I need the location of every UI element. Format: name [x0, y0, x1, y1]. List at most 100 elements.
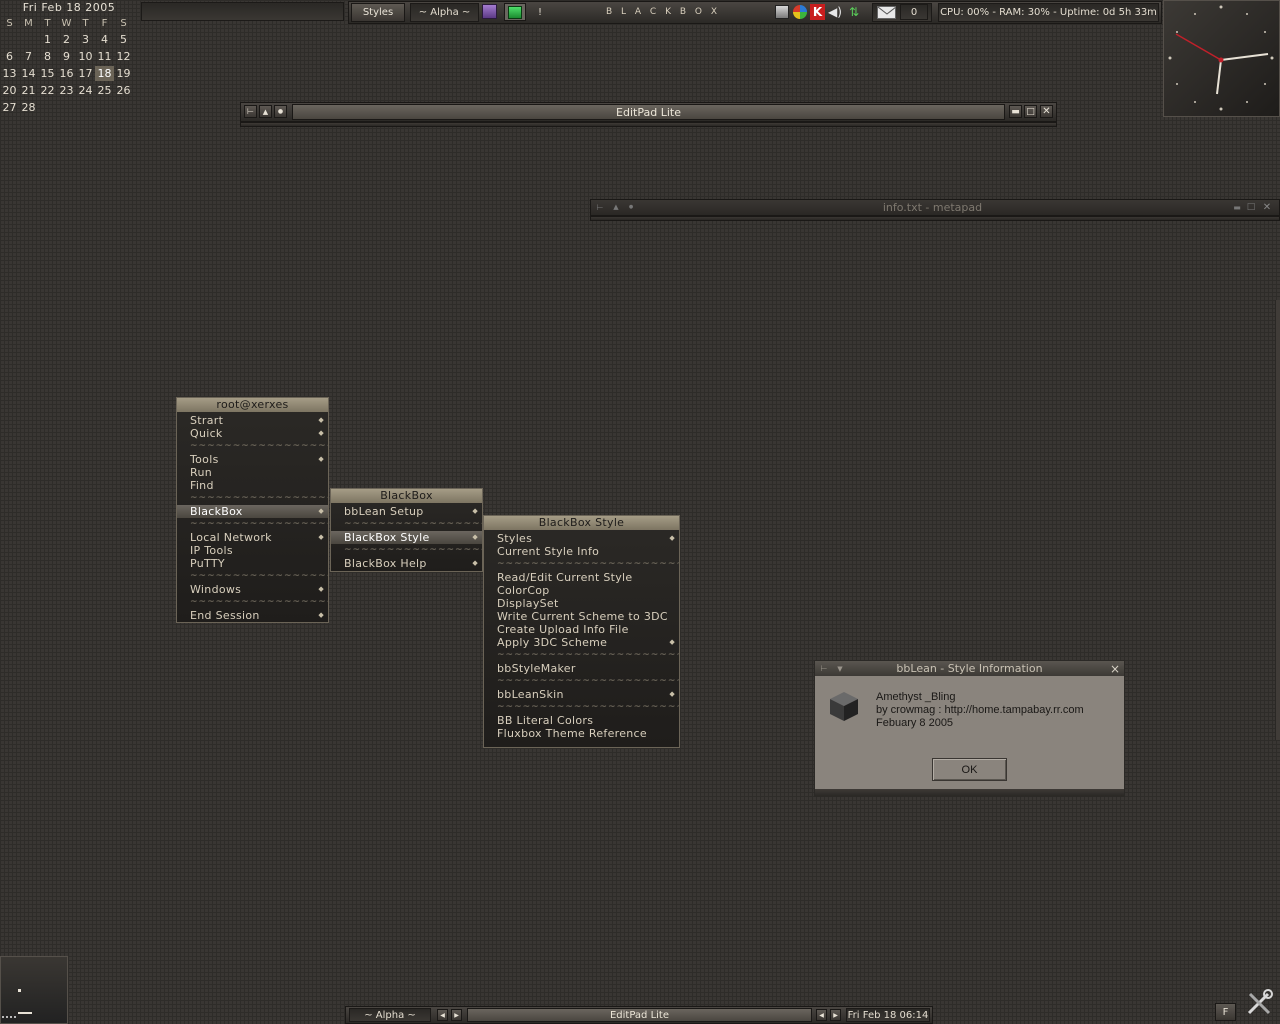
window-menu-icon[interactable]: ⊢: [819, 663, 829, 674]
editpad-title[interactable]: EditPad Lite: [292, 104, 1005, 120]
taskbar-workspace-label[interactable]: ~ Alpha ~: [349, 1008, 431, 1022]
network-tray-icon[interactable]: [775, 5, 789, 19]
calendar-day[interactable]: 8: [38, 49, 57, 64]
shade-icon[interactable]: ▲: [610, 201, 622, 213]
calendar-widget: Fri Feb 18 2005 SMTWTFS 1 2 3 4 5 6 7 8 9 10 11 12 1…: [0, 0, 138, 118]
menu-item-current-style-info[interactable]: Current Style Info: [484, 545, 679, 558]
exclaim-button[interactable]: !: [533, 4, 547, 20]
calendar-day: [0, 32, 19, 47]
calendar-day[interactable]: 24: [76, 83, 95, 98]
calendar-day[interactable]: 1: [38, 32, 57, 47]
next-task-icon[interactable]: ▶: [830, 1009, 841, 1021]
menu-item-colorcop[interactable]: ColorCop: [484, 584, 679, 597]
menu-item-blackbox-help[interactable]: BlackBox Help ◆: [331, 557, 482, 570]
metapad-title[interactable]: info.txt - metapad: [640, 200, 1225, 215]
menu-item-write-current-scheme-to-3dc[interactable]: Write Current Scheme to 3DC: [484, 610, 679, 623]
menu-item-tools[interactable]: Tools ◆: [177, 453, 328, 466]
menu-item-bbleanskin[interactable]: bbLeanSkin ◆: [484, 688, 679, 701]
calendar-day[interactable]: 11: [95, 49, 114, 64]
close-icon[interactable]: ✕: [1040, 105, 1053, 118]
submenu-arrow-icon: ◆: [472, 559, 478, 567]
calendar-day[interactable]: 9: [57, 49, 76, 64]
root-menu: root@xerxes Strart ◆ Quick ◆ ~~~~~~~~~~~~~~~…: [176, 397, 329, 623]
calendar-day[interactable]: 2: [57, 32, 76, 47]
menu-item-apply-3dc-scheme[interactable]: Apply 3DC Scheme ◆: [484, 636, 679, 649]
calendar-day[interactable]: 27: [0, 100, 19, 115]
browser-tray-icon[interactable]: [793, 5, 807, 19]
menu-item-read-edit-current-style[interactable]: Read/Edit Current Style: [484, 571, 679, 584]
update-tray-icon[interactable]: ⇅: [846, 4, 862, 20]
calendar-day[interactable]: 7: [19, 49, 38, 64]
menu-item-windows[interactable]: Windows ◆: [177, 583, 328, 596]
menu-item-bb-literal-colors[interactable]: BB Literal Colors: [484, 714, 679, 727]
menu-item-quick[interactable]: Quick ◆: [177, 427, 328, 440]
workspace-pager[interactable]: [0, 956, 68, 1024]
calendar-day[interactable]: 13: [0, 66, 19, 81]
calendar-day[interactable]: 12: [114, 49, 133, 64]
calendar-day[interactable]: 25: [95, 83, 114, 98]
volume-tray-icon[interactable]: ◀): [827, 4, 843, 20]
menu-item-bblean-setup[interactable]: bbLean Setup ◆: [331, 505, 482, 518]
menu-item-ip-tools[interactable]: IP Tools: [177, 544, 328, 557]
green-app-button[interactable]: [504, 3, 526, 21]
menu-item-label: Run: [190, 466, 212, 479]
maximize-icon[interactable]: □: [1024, 105, 1037, 118]
maximize-icon[interactable]: □: [1245, 201, 1257, 213]
close-icon[interactable]: ×: [1109, 662, 1121, 676]
calendar-day[interactable]: 23: [57, 83, 76, 98]
close-icon[interactable]: ✕: [1261, 201, 1273, 213]
calendar-day[interactable]: 19: [114, 66, 133, 81]
sticky-icon[interactable]: ●: [625, 201, 637, 213]
menu-item-styles[interactable]: Styles ◆: [484, 532, 679, 545]
calendar-day[interactable]: 26: [114, 83, 133, 98]
prev-task-icon[interactable]: ◀: [816, 1009, 827, 1021]
antivirus-tray-icon[interactable]: K: [810, 4, 825, 20]
shade-icon[interactable]: ▲: [259, 105, 272, 118]
window-menu-icon[interactable]: ⊢: [244, 105, 257, 118]
window-menu-icon[interactable]: ⊢: [594, 201, 606, 213]
menu-item-fluxbox-theme-reference[interactable]: Fluxbox Theme Reference: [484, 727, 679, 740]
menu-item-putty[interactable]: PuTTY: [177, 557, 328, 570]
menu-item-run[interactable]: Run: [177, 466, 328, 479]
calendar-day[interactable]: 20: [0, 83, 19, 98]
menu-item-bbstylemaker[interactable]: bbStyleMaker: [484, 662, 679, 675]
menu-item-label: Styles: [497, 532, 533, 545]
shade-icon[interactable]: ▼: [835, 663, 845, 674]
calendar-day[interactable]: 6: [0, 49, 19, 64]
calendar-day[interactable]: 18: [95, 66, 114, 81]
mail-icon[interactable]: [877, 6, 896, 19]
menu-item-find[interactable]: Find: [177, 479, 328, 492]
calendar-day[interactable]: 16: [57, 66, 76, 81]
styles-button[interactable]: Styles: [351, 3, 405, 22]
prev-workspace-icon[interactable]: ◀: [437, 1009, 448, 1021]
calendar-day[interactable]: 21: [19, 83, 38, 98]
calendar-day[interactable]: 5: [114, 32, 133, 47]
workspace-label[interactable]: ~ Alpha ~: [410, 3, 479, 22]
menu-item-label: BlackBox: [190, 505, 243, 518]
menu-item-displayset[interactable]: DisplaySet: [484, 597, 679, 610]
calendar-day[interactable]: 4: [95, 32, 114, 47]
menu-item-strart[interactable]: Strart ◆: [177, 414, 328, 427]
calendar-day[interactable]: 28: [19, 100, 38, 115]
calendar-day[interactable]: 10: [76, 49, 95, 64]
menu-item-local-network[interactable]: Local Network ◆: [177, 531, 328, 544]
next-workspace-icon[interactable]: ▶: [451, 1009, 462, 1021]
minimize-icon[interactable]: ▬: [1009, 105, 1022, 118]
taskbar-task-editpad[interactable]: EditPad Lite: [467, 1008, 812, 1022]
ok-button[interactable]: OK: [932, 758, 1007, 781]
sticky-icon[interactable]: ●: [274, 105, 287, 118]
menu-item-blackbox-style[interactable]: BlackBox Style ◆: [331, 531, 482, 544]
calendar-day[interactable]: 15: [38, 66, 57, 81]
tools-icon[interactable]: [1244, 988, 1274, 1018]
purple-app-icon[interactable]: [482, 4, 497, 19]
f-button[interactable]: F: [1215, 1003, 1236, 1021]
calendar-day[interactable]: 22: [38, 83, 57, 98]
calendar-day[interactable]: 14: [19, 66, 38, 81]
menu-item-end-session[interactable]: End Session ◆: [177, 609, 328, 622]
menu-item-create-upload-info-file[interactable]: Create Upload Info File: [484, 623, 679, 636]
calendar-day[interactable]: 3: [76, 32, 95, 47]
calendar-day[interactable]: 17: [76, 66, 95, 81]
menu-item-blackbox[interactable]: BlackBox ◆: [177, 505, 328, 518]
minimize-icon[interactable]: ▬: [1231, 201, 1243, 213]
menu-item-label: DisplaySet: [497, 597, 559, 610]
